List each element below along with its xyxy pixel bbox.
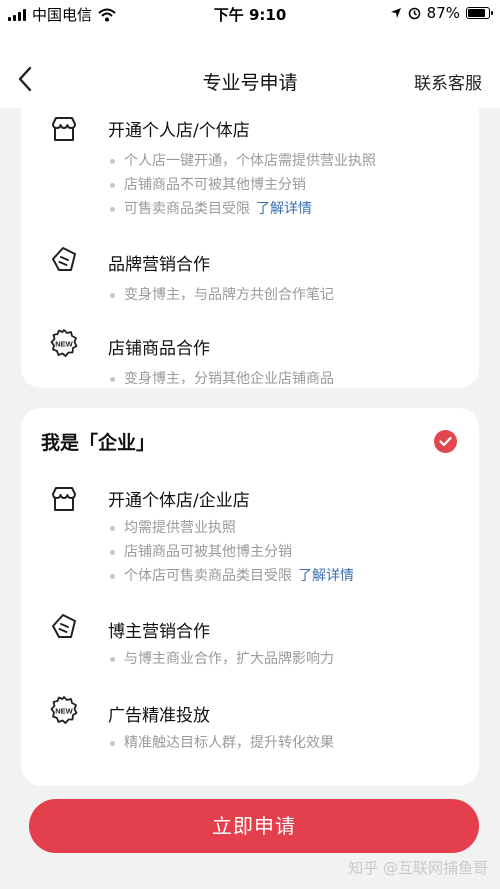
feature-bullets: 与博主商业合作，扩大品牌影响力	[108, 647, 334, 671]
shop-icon	[52, 117, 76, 141]
svg-text:NEW: NEW	[55, 340, 73, 349]
option-card-personal[interactable]: 开通个人店/个体店 个人店一键开通，个体店需提供营业执照 店铺商品不可被其他博主…	[21, 108, 479, 388]
option-card-enterprise[interactable]: 我是「企业」 开通个体店/企业店 均需提供营业执照 店铺商品可被其他博主分销 个…	[21, 408, 479, 786]
feature-bullets: 变身博主，与品牌方共创合作笔记	[108, 283, 334, 307]
feature-bullet: 变身博主，分销其他企业店铺商品	[108, 367, 334, 391]
feature-title: 店铺商品合作	[108, 339, 210, 359]
battery-level	[468, 9, 485, 17]
feature-title: 博主营销合作	[108, 622, 210, 642]
feature-bullet: 店铺商品不可被其他博主分销	[108, 173, 376, 197]
feature-title: 开通个人店/个体店	[108, 121, 250, 141]
note-tag-icon	[52, 247, 76, 271]
new-badge-icon: NEW	[50, 696, 78, 724]
feature-bullet: 均需提供营业执照	[108, 516, 354, 540]
svg-text:NEW: NEW	[55, 707, 73, 716]
feature-bullets: 精准触达目标人群，提升转化效果	[108, 731, 334, 755]
learn-more-link[interactable]: 了解详情	[256, 201, 312, 217]
scroll-area[interactable]: 开通个人店/个体店 个人店一键开通，个体店需提供营业执照 店铺商品不可被其他博主…	[0, 108, 500, 889]
nav-bar: 专业号申请 联系客服	[0, 26, 500, 108]
feature-bullet: 与博主商业合作，扩大品牌影响力	[108, 647, 334, 671]
feature-bullet: 可售卖商品类目受限 了解详情	[108, 197, 376, 221]
shop-icon	[52, 487, 76, 511]
status-bar: 中国电信 下午 9:10 87%	[0, 0, 500, 26]
note-tag-icon	[52, 614, 76, 638]
watermark: 知乎 @互联网捕鱼哥	[348, 859, 488, 877]
status-right: 87%	[390, 4, 493, 22]
feature-bullet: 变身博主，与品牌方共创合作笔记	[108, 283, 334, 307]
alarm-icon	[408, 7, 420, 19]
selected-check-icon[interactable]	[434, 430, 457, 453]
feature-bullets: 个人店一键开通，个体店需提供营业执照 店铺商品不可被其他博主分销 可售卖商品类目…	[108, 149, 376, 221]
feature-bullet: 个人店一键开通，个体店需提供营业执照	[108, 149, 376, 173]
new-badge-icon: NEW	[50, 329, 78, 357]
feature-bullet: 精准触达目标人群，提升转化效果	[108, 731, 334, 755]
feature-bullet: 个体店可售卖商品类目受限 了解详情	[108, 564, 354, 588]
contact-support-button[interactable]: 联系客服	[414, 69, 482, 94]
feature-bullets: 均需提供营业执照 店铺商品可被其他博主分销 个体店可售卖商品类目受限 了解详情	[108, 516, 354, 588]
feature-bullets: 变身博主，分销其他企业店铺商品	[108, 367, 334, 391]
feature-title: 品牌营销合作	[108, 255, 210, 275]
battery-percent: 87%	[426, 4, 460, 22]
apply-now-button[interactable]: 立即申请	[29, 799, 479, 853]
learn-more-link[interactable]: 了解详情	[298, 568, 354, 584]
feature-title: 广告精准投放	[108, 706, 210, 726]
card-title: 我是「企业」	[41, 432, 156, 454]
location-icon	[390, 8, 401, 18]
feature-bullet: 店铺商品可被其他博主分销	[108, 540, 354, 564]
feature-title: 开通个体店/企业店	[108, 491, 250, 511]
battery-icon	[466, 7, 493, 19]
